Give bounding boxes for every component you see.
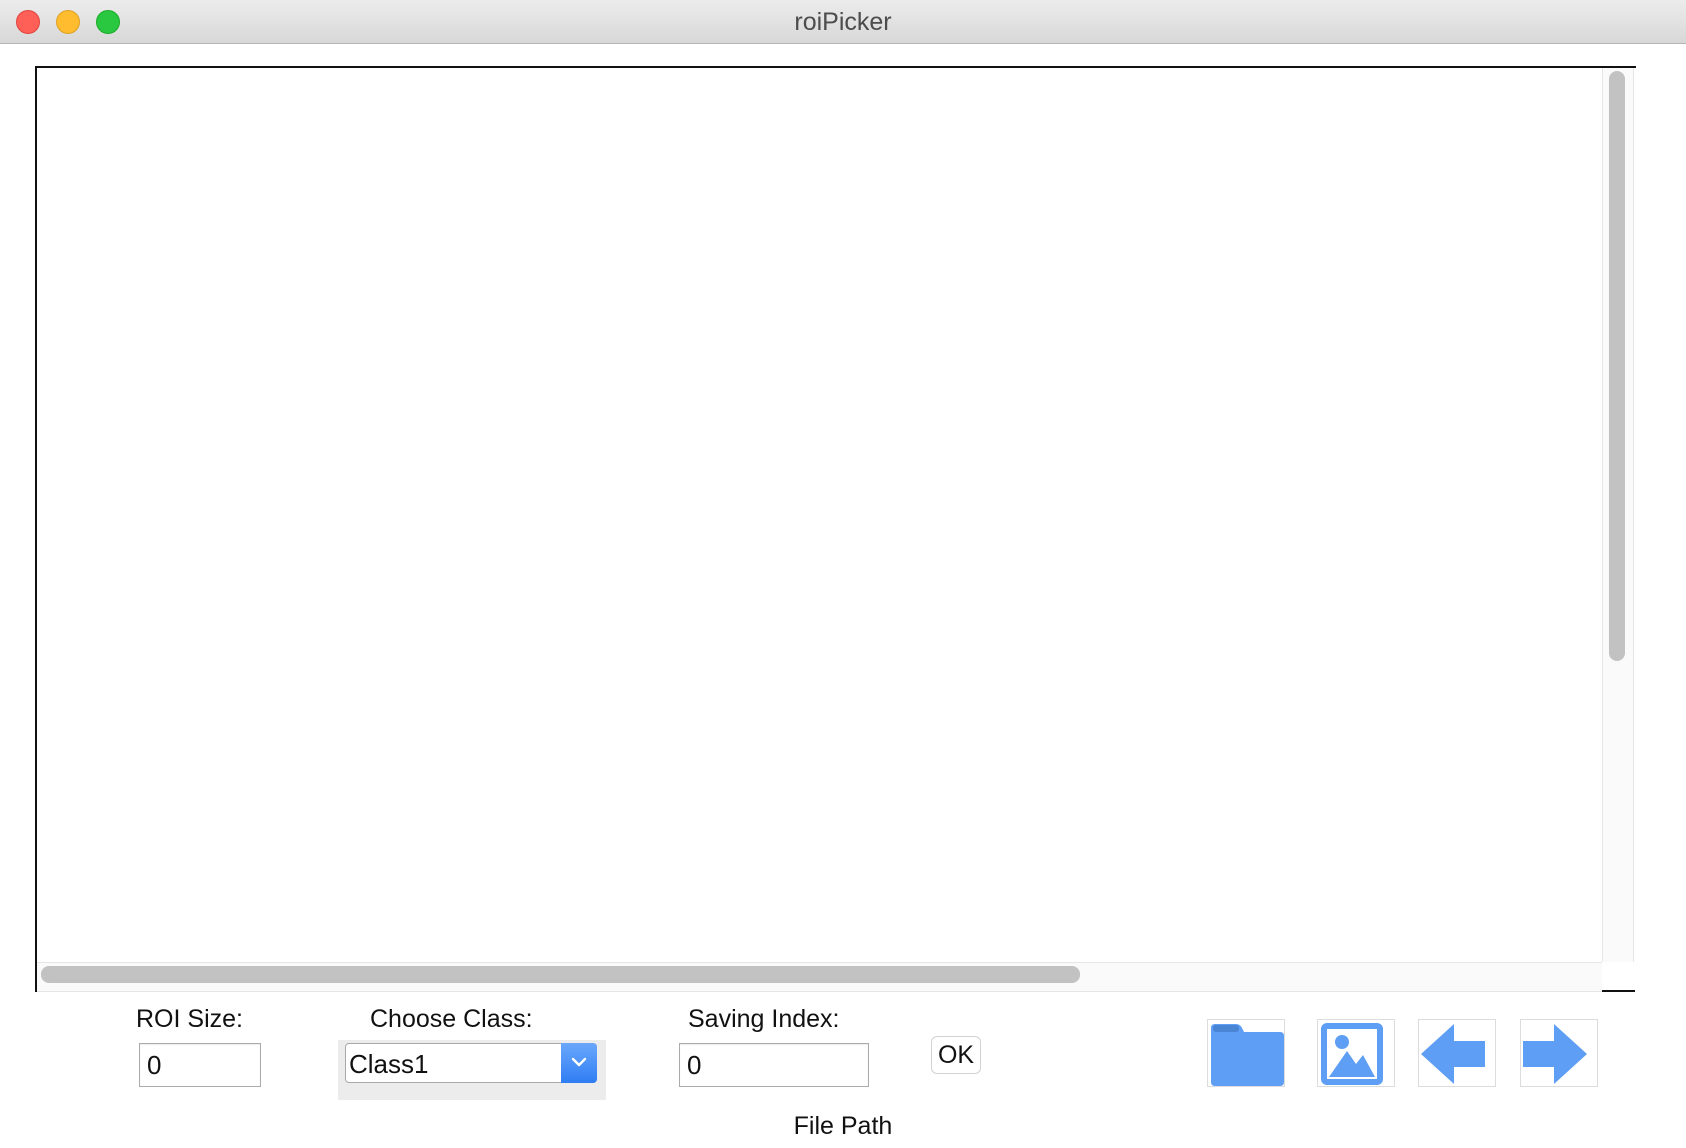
- roipicker-window: roiPicker ROI Size: 0 Choose Class: Clas…: [0, 0, 1686, 1148]
- window-title: roiPicker: [794, 8, 892, 36]
- arrow-left-icon: [1421, 1024, 1485, 1084]
- vertical-scrollbar-thumb[interactable]: [1609, 71, 1625, 661]
- image-canvas[interactable]: [35, 66, 1635, 992]
- roi-size-input[interactable]: 0: [139, 1043, 261, 1087]
- arrow-right-icon: [1523, 1024, 1587, 1084]
- class-select-value: Class1: [349, 1049, 429, 1079]
- class-select[interactable]: Class1: [345, 1043, 597, 1083]
- saving-index-label: Saving Index:: [688, 1005, 840, 1033]
- chevron-down-icon: [571, 1057, 587, 1067]
- choose-class-label: Choose Class:: [370, 1005, 533, 1033]
- class-select-dropdown-button[interactable]: [561, 1043, 597, 1083]
- roi-size-label: ROI Size:: [136, 1005, 243, 1033]
- image-icon: [1321, 1023, 1383, 1085]
- folder-icon: [1211, 1024, 1284, 1086]
- next-image-button[interactable]: [1520, 1019, 1598, 1087]
- open-folder-button[interactable]: [1207, 1019, 1285, 1087]
- open-image-button[interactable]: [1317, 1019, 1395, 1087]
- ok-button[interactable]: OK: [931, 1036, 981, 1074]
- saving-index-input[interactable]: 0: [679, 1043, 869, 1087]
- title-bar: roiPicker: [0, 0, 1686, 44]
- previous-image-button[interactable]: [1418, 1019, 1496, 1087]
- horizontal-scrollbar-thumb[interactable]: [41, 966, 1080, 983]
- file-path-label: File Path: [793, 1112, 893, 1140]
